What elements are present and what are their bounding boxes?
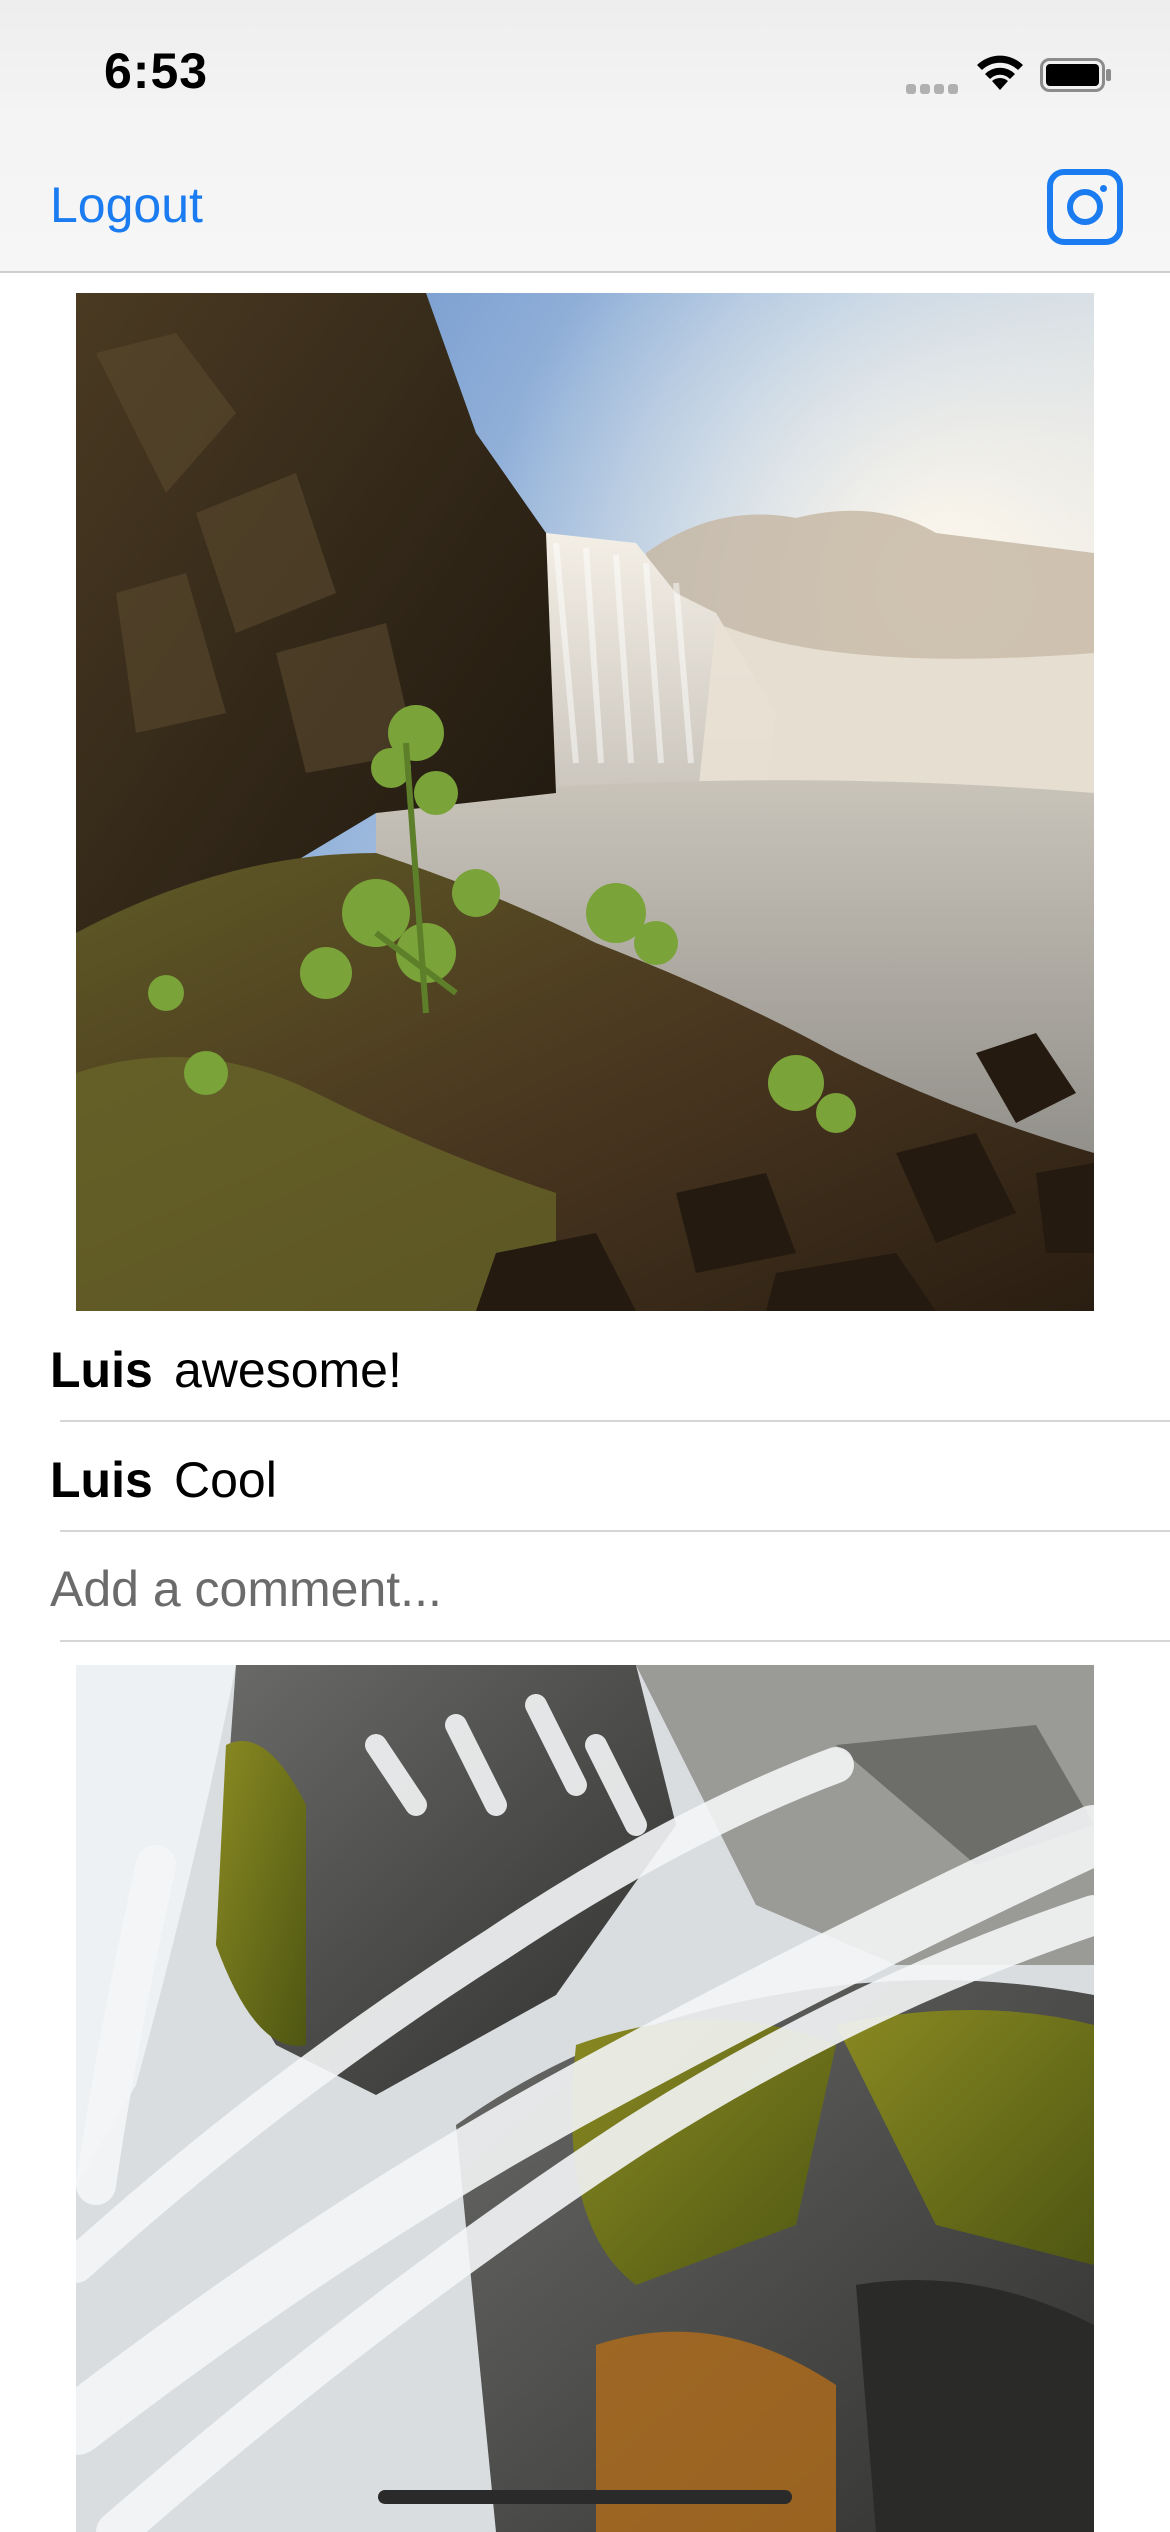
comment-author[interactable]: Luis (50, 1451, 153, 1509)
wifi-icon (977, 55, 1023, 90)
battery-icon (1040, 58, 1111, 92)
comment-text: awesome! (174, 1342, 402, 1398)
add-comment-input[interactable] (50, 1559, 1130, 1619)
post-photo[interactable] (76, 293, 1094, 1311)
comment-divider (60, 1530, 1170, 1532)
comment-row: Luis Cool (0, 1421, 1170, 1531)
navigation-bar: 6:53 Logout (0, 0, 1170, 273)
comment-author[interactable]: Luis (50, 1341, 153, 1399)
post-photo[interactable] (76, 1665, 1094, 2532)
home-indicator[interactable] (378, 2490, 792, 2504)
app-screen: 6:53 Logout Luis awesome! Luis Cool Add … (0, 0, 1170, 2532)
camera-icon[interactable] (1046, 168, 1124, 246)
comment-row: Luis awesome! (0, 1311, 1170, 1421)
status-time: 6:53 (104, 43, 209, 99)
logout-button[interactable]: Logout (50, 176, 203, 234)
signal-icon (906, 84, 960, 94)
comment-divider (60, 1640, 1170, 1642)
cascading-stream-photo (76, 1665, 1094, 2532)
comment-text: Cool (174, 1452, 277, 1508)
waterfall-landscape-photo (76, 293, 1094, 1311)
